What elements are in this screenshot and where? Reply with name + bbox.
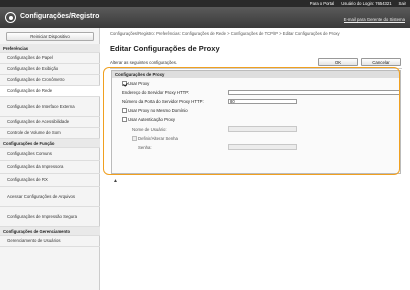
sidebar: Reiniciar Dispositivo Preferências Confi… [0,28,100,290]
sidebar-section-title: Configurações de Gerenciamento [0,227,100,236]
main-content: Configurações/Registro: Preferências: Co… [101,28,410,290]
set-password-checkbox[interactable] [132,136,137,141]
username-field[interactable] [228,126,297,132]
scroll-top-icon[interactable]: ▲ [113,178,118,184]
app-header: Configurações/Registro E-mail para Geren… [0,7,410,28]
sidebar-item-accessibility[interactable]: Configurações de Acessibilidade [0,117,100,128]
proxy-auth-row: Usar Autenticação Proxy [122,117,175,122]
divider [110,68,402,69]
port-field[interactable]: 80 [228,98,297,104]
sidebar-item-volume[interactable]: Controle de Volume de Som [0,128,100,139]
sidebar-menu: Preferências Configurações de Papel Conf… [0,44,100,247]
sidebar-item-timer[interactable]: Configurações de Cronômetro [0,75,100,86]
sidebar-item-user-management[interactable]: Gerenciamento de Usuários [0,236,100,247]
sidebar-item-secure-print[interactable]: Configurações de Impressão Segura [0,207,100,227]
sidebar-item-common[interactable]: Configurações Comuns [0,148,100,161]
sidebar-item-display[interactable]: Configurações de Exibição [0,64,100,75]
sidebar-item-paper[interactable]: Configurações de Papel [0,53,100,64]
password-label: Senha: [138,145,152,150]
proxy-auth-label: Usar Autenticação Proxy [128,117,176,122]
page-title: Editar Configurações de Proxy [110,44,220,53]
set-password-row: Definir/Alterar Senha [132,136,178,141]
cancel-button[interactable]: Cancelar [361,58,401,66]
portal-link[interactable]: Para o Portal [310,1,334,6]
use-proxy-label: Usar Proxy [128,81,150,86]
sidebar-item-printer[interactable]: Configurações da Impressora [0,161,100,174]
same-domain-row: Usar Proxy no Mesmo Domínio [122,108,188,113]
same-domain-label: Usar Proxy no Mesmo Domínio [128,108,188,113]
use-proxy-checkbox[interactable] [122,81,127,86]
ok-button[interactable]: OK [318,58,358,66]
username-label: Nome de Usuário: [132,127,167,132]
same-domain-checkbox[interactable] [122,108,127,113]
top-links: Para o Portal Usuário do Login: 7654321 … [310,1,406,6]
panel-title: Configurações de Proxy [112,71,400,78]
set-password-label: Definir/Alterar Senha [138,136,178,141]
email-admin-link[interactable]: E-mail para Gerente do Sistema [343,17,405,23]
proxy-auth-checkbox[interactable] [122,117,127,122]
use-proxy-row: Usar Proxy [122,81,149,86]
sidebar-section-title: Configurações de Função [0,139,100,148]
port-label: Número da Porta do Servidor Proxy HTTP: [122,99,204,104]
sidebar-section-title: Preferências [0,44,100,53]
sidebar-item-network[interactable]: Configurações de Rede [0,86,100,97]
sidebar-item-external-interface[interactable]: Configurações de Interface Externa [0,97,100,117]
server-address-label: Endereço do Servidor Proxy HTTP: [122,90,190,95]
breadcrumb: Configurações/Registro: Preferências: Co… [110,31,340,36]
top-bar: Para o Portal Usuário do Login: 7654321 … [0,0,410,7]
login-user-label: Usuário do Login: 7654321 [341,1,392,6]
instruction-text: Alterar as seguintes configurações. [110,60,178,65]
proxy-settings-panel: Configurações de Proxy Usar Proxy Endere… [111,70,401,174]
password-field[interactable] [228,144,297,150]
server-address-field[interactable] [228,89,400,95]
settings-logo-icon [5,12,16,23]
sidebar-item-rx[interactable]: Configurações de RX [0,174,100,187]
logout-link[interactable]: Sair [399,1,406,6]
app-title: Configurações/Registro [20,13,100,20]
sidebar-item-file-access[interactable]: Acessar Configurações de Arquivos [0,187,100,207]
restart-device-button[interactable]: Reiniciar Dispositivo [6,32,94,41]
